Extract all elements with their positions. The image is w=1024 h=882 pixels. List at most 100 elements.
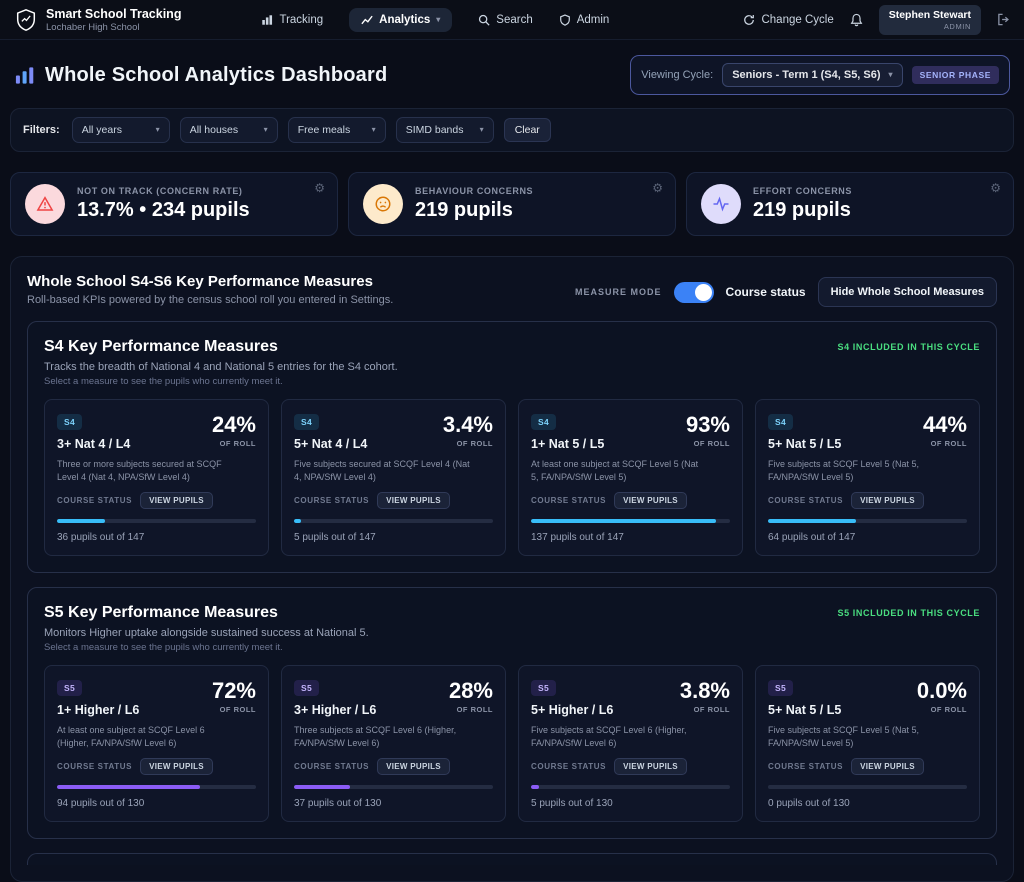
senior-phase-badge: SENIOR PHASE bbox=[912, 66, 999, 84]
course-status-label: COURSE STATUS bbox=[294, 496, 369, 505]
bar-chart-icon bbox=[14, 65, 35, 86]
panel-hint: Select a measure to see the pupils who c… bbox=[44, 376, 398, 387]
gear-icon[interactable]: ⚙ bbox=[314, 181, 325, 195]
year-filter-select[interactable]: All years▾ bbox=[72, 117, 170, 143]
of-roll-label: OF ROLL bbox=[923, 439, 967, 448]
chevron-down-icon: ▾ bbox=[480, 126, 484, 134]
of-roll-label: OF ROLL bbox=[917, 705, 967, 714]
progress-fill bbox=[294, 519, 301, 523]
refresh-icon bbox=[743, 14, 755, 26]
year-badge: S4 bbox=[57, 414, 82, 430]
section-header: Whole School S4-S6 Key Performance Measu… bbox=[27, 273, 997, 307]
course-status-label: COURSE STATUS bbox=[768, 496, 843, 505]
measure-card[interactable]: S5 5+ Nat 5 / L5 0.0% OF ROLL Five subje… bbox=[755, 665, 980, 822]
admin-shield-icon bbox=[559, 14, 571, 26]
measure-card[interactable]: S4 5+ Nat 5 / L5 44% OF ROLL Five subjec… bbox=[755, 399, 980, 556]
panel-title: S4 Key Performance Measures bbox=[44, 338, 398, 356]
hide-measures-button[interactable]: Hide Whole School Measures bbox=[818, 277, 997, 307]
s6-panel-partial bbox=[27, 853, 997, 865]
gear-icon[interactable]: ⚙ bbox=[990, 181, 1001, 195]
measure-percent: 93% bbox=[686, 412, 730, 438]
bell-icon[interactable] bbox=[850, 13, 863, 27]
nav-item-tracking[interactable]: Tracking bbox=[261, 14, 323, 26]
measure-card[interactable]: S5 5+ Higher / L6 3.8% OF ROLL Five subj… bbox=[518, 665, 743, 822]
view-pupils-button[interactable]: VIEW PUPILS bbox=[614, 758, 687, 775]
year-badge: S4 bbox=[768, 414, 793, 430]
view-pupils-button[interactable]: VIEW PUPILS bbox=[851, 492, 924, 509]
free-meals-filter-select[interactable]: Free meals ▾ bbox=[288, 117, 386, 143]
s5-panel-header: S5 Key Performance Measures Monitors Hig… bbox=[44, 604, 980, 653]
brand: Smart School Tracking Lochaber High Scho… bbox=[14, 7, 181, 33]
of-roll-label: OF ROLL bbox=[449, 705, 493, 714]
course-status-toggle-label: Course status bbox=[726, 285, 806, 299]
filters-bar: Filters: All years▾ All houses▾ Free mea… bbox=[10, 108, 1014, 152]
measure-card[interactable]: S4 1+ Nat 5 / L5 93% OF ROLL At least on… bbox=[518, 399, 743, 556]
measure-description: Five subjects at SCQF Level 5 (Nat 5, FA… bbox=[768, 724, 967, 750]
nav-item-label: Tracking bbox=[279, 14, 323, 26]
panel-subtitle: Tracks the breadth of National 4 and Nat… bbox=[44, 361, 398, 373]
year-badge: S5 bbox=[57, 680, 82, 696]
measure-percent: 72% bbox=[212, 678, 256, 704]
kpi-label: NOT ON TRACK (CONCERN RATE) bbox=[77, 186, 250, 196]
user-menu-button[interactable]: Stephen Stewart ADMIN bbox=[879, 5, 981, 35]
year-filter-value: All years bbox=[82, 124, 122, 136]
clear-filters-button[interactable]: Clear bbox=[504, 118, 551, 142]
user-role-badge: ADMIN bbox=[944, 22, 971, 31]
toggle-knob bbox=[695, 284, 712, 301]
course-status-label: COURSE STATUS bbox=[531, 496, 606, 505]
measure-title: 3+ Higher / L6 bbox=[294, 703, 376, 717]
measure-description: At least one subject at SCQF Level 5 (Na… bbox=[531, 458, 730, 484]
page-header: Whole School Analytics Dashboard Viewing… bbox=[0, 40, 1024, 108]
shield-logo-icon bbox=[14, 8, 38, 32]
chevron-down-icon: ▾ bbox=[264, 126, 268, 134]
house-filter-select[interactable]: All houses▾ bbox=[180, 117, 278, 143]
pupils-count: 64 pupils out of 147 bbox=[768, 532, 967, 543]
of-roll-label: OF ROLL bbox=[212, 705, 256, 714]
nav-menu: Tracking Analytics ▾ Search Admin bbox=[261, 8, 609, 32]
viewing-cycle-value: Seniors - Term 1 (S4, S5, S6) bbox=[732, 69, 880, 81]
pupils-count: 5 pupils out of 147 bbox=[294, 532, 493, 543]
nav-item-label: Analytics bbox=[379, 14, 430, 26]
view-pupils-button[interactable]: VIEW PUPILS bbox=[851, 758, 924, 775]
progress-fill bbox=[294, 785, 350, 789]
view-pupils-button[interactable]: VIEW PUPILS bbox=[140, 492, 213, 509]
analytics-icon bbox=[361, 14, 373, 26]
activity-pulse-icon bbox=[701, 184, 741, 224]
free-meals-filter-value: Free meals bbox=[298, 124, 351, 136]
kpi-card-behaviour[interactable]: BEHAVIOUR CONCERNS 219 pupils ⚙ bbox=[348, 172, 676, 236]
measure-card[interactable]: S4 5+ Nat 4 / L4 3.4% OF ROLL Five subje… bbox=[281, 399, 506, 556]
measure-mode-label: MEASURE MODE bbox=[575, 287, 662, 297]
search-icon bbox=[478, 14, 490, 26]
measure-percent: 3.8% bbox=[680, 678, 730, 704]
nav-item-admin[interactable]: Admin bbox=[559, 14, 610, 26]
logout-icon[interactable] bbox=[997, 13, 1010, 26]
progress-fill bbox=[768, 519, 856, 523]
year-badge: S5 bbox=[294, 680, 319, 696]
nav-item-analytics[interactable]: Analytics ▾ bbox=[349, 8, 452, 32]
view-pupils-button[interactable]: VIEW PUPILS bbox=[377, 758, 450, 775]
kpi-card-effort[interactable]: EFFORT CONCERNS 219 pupils ⚙ bbox=[686, 172, 1014, 236]
of-roll-label: OF ROLL bbox=[686, 439, 730, 448]
measure-mode-toggle[interactable] bbox=[674, 282, 714, 303]
measure-card[interactable]: S5 1+ Higher / L6 72% OF ROLL At least o… bbox=[44, 665, 269, 822]
simd-filter-select[interactable]: SIMD bands▾ bbox=[396, 117, 494, 143]
filters-label: Filters: bbox=[23, 124, 60, 136]
view-pupils-button[interactable]: VIEW PUPILS bbox=[140, 758, 213, 775]
kpi-card-not-on-track[interactable]: NOT ON TRACK (CONCERN RATE) 13.7% • 234 … bbox=[10, 172, 338, 236]
pupils-count: 94 pupils out of 130 bbox=[57, 798, 256, 809]
measure-card[interactable]: S4 3+ Nat 4 / L4 24% OF ROLL Three or mo… bbox=[44, 399, 269, 556]
chevron-down-icon: ▾ bbox=[372, 126, 376, 134]
measure-title: 5+ Higher / L6 bbox=[531, 703, 613, 717]
kpi-value: 219 pupils bbox=[753, 199, 852, 222]
user-name: Stephen Stewart bbox=[889, 9, 971, 21]
measure-percent: 0.0% bbox=[917, 678, 967, 704]
panel-subtitle: Monitors Higher uptake alongside sustain… bbox=[44, 627, 369, 639]
change-cycle-button[interactable]: Change Cycle bbox=[743, 14, 833, 26]
viewing-cycle-select[interactable]: Seniors - Term 1 (S4, S5, S6) ▾ bbox=[722, 63, 902, 87]
nav-item-search[interactable]: Search bbox=[478, 14, 532, 26]
gear-icon[interactable]: ⚙ bbox=[652, 181, 663, 195]
panel-title: S5 Key Performance Measures bbox=[44, 604, 369, 622]
view-pupils-button[interactable]: VIEW PUPILS bbox=[377, 492, 450, 509]
measure-card[interactable]: S5 3+ Higher / L6 28% OF ROLL Three subj… bbox=[281, 665, 506, 822]
view-pupils-button[interactable]: VIEW PUPILS bbox=[614, 492, 687, 509]
